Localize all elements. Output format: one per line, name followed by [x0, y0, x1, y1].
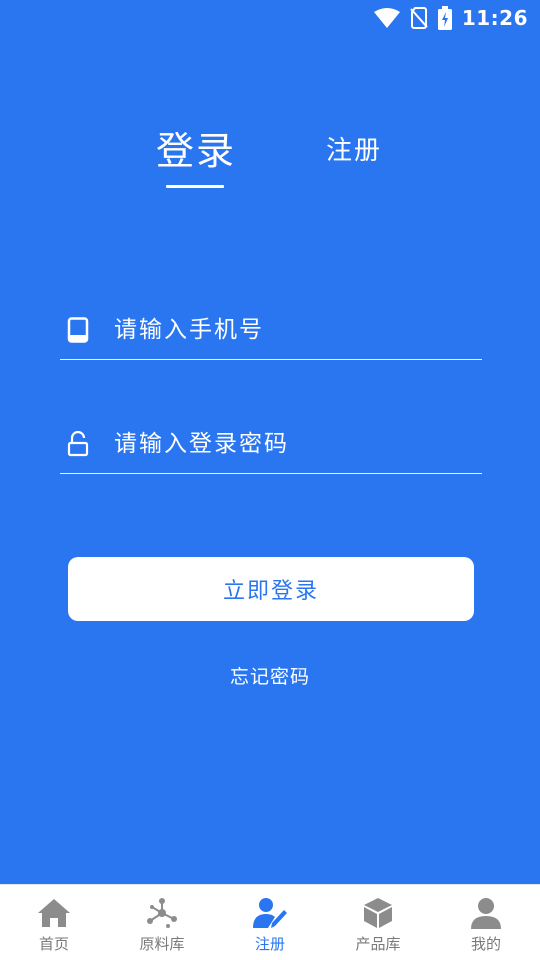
nav-label: 我的	[470, 935, 501, 953]
no-sim-icon	[410, 7, 428, 29]
nav-label: 原料库	[139, 935, 185, 953]
user-edit-icon	[252, 895, 288, 931]
wifi-icon	[373, 8, 400, 28]
phone-field	[60, 300, 482, 360]
status-time: 11:26	[461, 6, 528, 30]
password-field	[60, 414, 482, 474]
bottom-nav: 首页 原料库 注册 产品库 我的	[0, 884, 540, 960]
nav-label: 产品库	[355, 935, 401, 953]
tab-login[interactable]: 登录	[156, 120, 236, 175]
lock-icon	[62, 428, 94, 460]
tab-active-indicator	[166, 185, 224, 188]
nav-item-register[interactable]: 注册	[216, 885, 324, 960]
nav-item-products[interactable]: 产品库	[324, 885, 432, 960]
status-bar: 11:26	[0, 0, 540, 36]
password-input[interactable]	[114, 430, 482, 457]
person-icon	[468, 895, 504, 931]
nav-item-home[interactable]: 首页	[0, 885, 108, 960]
nav-label: 首页	[38, 935, 69, 953]
tab-register[interactable]: 注册	[326, 130, 382, 167]
login-button[interactable]: 立即登录	[68, 557, 474, 621]
home-icon	[36, 895, 72, 931]
nav-item-mine[interactable]: 我的	[432, 885, 540, 960]
molecule-icon	[144, 895, 180, 931]
phone-input[interactable]	[114, 316, 482, 343]
phone-icon	[62, 314, 94, 346]
nav-label: 注册	[254, 935, 285, 953]
nav-item-materials[interactable]: 原料库	[108, 885, 216, 960]
box-icon	[360, 895, 396, 931]
auth-tabs: 登录 注册	[0, 110, 540, 200]
forgot-password-link[interactable]: 忘记密码	[0, 662, 540, 689]
battery-charging-icon	[437, 6, 452, 30]
